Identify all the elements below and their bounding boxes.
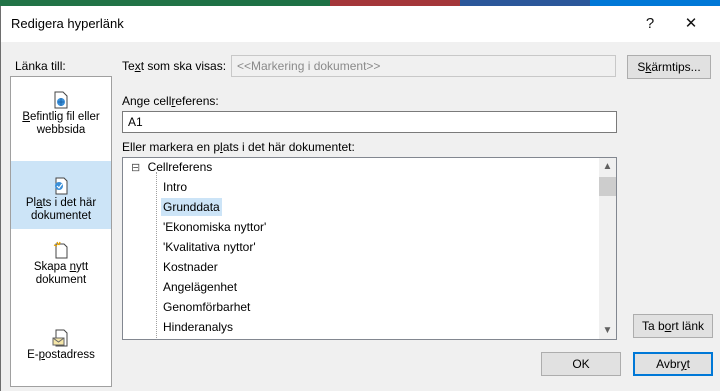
dialog-title: Redigera hyperlänk — [11, 16, 124, 31]
close-button[interactable]: ✕ — [671, 6, 711, 42]
title-bar: Redigera hyperlänk ? ✕ — [1, 6, 720, 42]
link-to-panel: Befintlig fil eller webbsida Plats i det… — [10, 76, 112, 387]
tree-item[interactable]: Angelägenhet — [161, 278, 239, 296]
nav-label: Plats i det här dokumentet — [25, 197, 97, 222]
collapse-toggle-icon[interactable]: ⊟ — [131, 162, 140, 174]
tree-item[interactable]: Hinderanalys — [161, 318, 235, 336]
edit-hyperlink-dialog: Redigera hyperlänk ? ✕ Länka till: Befin… — [0, 6, 720, 391]
cancel-button[interactable]: Avbryt — [633, 352, 713, 376]
scroll-up-arrow-icon[interactable]: ▲ — [599, 158, 616, 175]
tree-item[interactable]: 'Ekonomiska nyttor' — [161, 218, 268, 236]
nav-existing-file[interactable]: Befintlig fil eller webbsida — [11, 91, 111, 157]
tree-item[interactable]: 'Kvalitativa nyttor' — [161, 238, 258, 256]
tree-item[interactable]: Genomförbarhet — [161, 298, 252, 316]
ok-button[interactable]: OK — [541, 352, 621, 376]
new-document-icon — [53, 241, 68, 259]
display-text-field[interactable]: <<Markering i dokument>> — [231, 55, 616, 77]
scroll-down-arrow-icon[interactable]: ▼ — [599, 322, 616, 339]
display-text-label: Text som ska visas: — [122, 59, 227, 73]
tree-item-selected[interactable]: Grunddata — [161, 198, 222, 216]
tree-root-cell-reference[interactable]: ⊟ Cellreferens — [131, 160, 212, 178]
tree-connector — [156, 172, 157, 339]
scroll-thumb[interactable] — [599, 177, 616, 196]
nav-label: E-postadress — [27, 349, 95, 361]
cell-reference-label: Ange cellreferens: — [122, 94, 219, 108]
document-place-tree[interactable]: ⊟ Cellreferens Intro Grunddata 'Ekonomis… — [122, 157, 617, 340]
web-page-icon — [54, 91, 68, 109]
nav-create-new-document[interactable]: Skapa nytt dokument — [11, 241, 111, 305]
nav-label: Skapa nytt dokument — [33, 261, 89, 286]
help-button[interactable]: ? — [630, 6, 670, 42]
email-address-icon — [52, 329, 68, 347]
place-in-document-icon — [55, 177, 68, 195]
screentip-button[interactable]: Skärmtips... — [627, 55, 711, 79]
nav-place-in-document[interactable]: Plats i det här dokumentet — [11, 161, 111, 229]
tree-item[interactable]: Intro — [161, 178, 189, 196]
remove-link-button[interactable]: Ta bort länk — [633, 314, 713, 338]
cell-reference-input[interactable]: A1 — [122, 111, 617, 133]
link-to-label: Länka till: — [15, 59, 66, 73]
nav-label: Befintlig fil eller webbsida — [22, 111, 100, 136]
tree-scrollbar[interactable]: ▲ ▼ — [599, 158, 616, 339]
nav-email-address[interactable]: E-postadress — [11, 329, 111, 377]
place-list-label: Eller markera en plats i det här dokumen… — [122, 140, 355, 154]
tree-item[interactable]: Kostnader — [161, 258, 220, 276]
tree-root-label: Cellreferens — [147, 160, 213, 174]
